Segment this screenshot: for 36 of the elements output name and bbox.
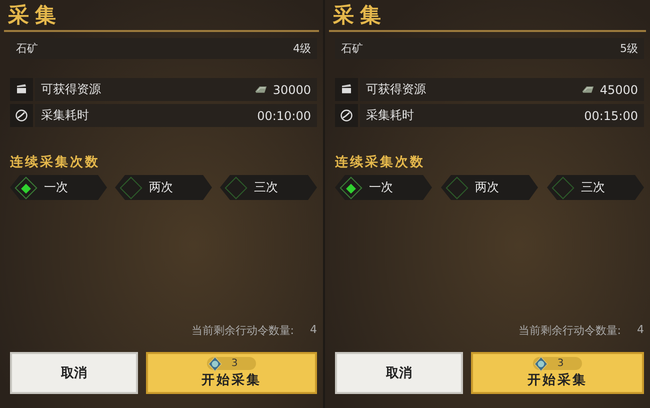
start-button[interactable]: 3 开始采集: [146, 352, 317, 394]
stat-value: 00:10:00: [257, 108, 311, 122]
count-option[interactable]: 两次: [441, 175, 538, 200]
stat-value: 30000: [272, 82, 311, 96]
target-level: 4级: [293, 41, 311, 56]
start-label: 开始采集: [202, 372, 262, 389]
token-icon: [207, 356, 224, 372]
cost-value: 3: [557, 358, 564, 369]
target-name: 石矿: [341, 41, 363, 56]
token-icon: [533, 356, 550, 372]
remaining-value: 4: [637, 323, 644, 338]
panel-title: 采集: [329, 0, 646, 32]
start-button[interactable]: 3 开始采集: [471, 352, 644, 394]
remaining-value: 4: [310, 323, 317, 338]
stat-label: 采集耗时: [366, 107, 414, 124]
remaining-label: 当前剩余行动令数量:: [518, 323, 621, 338]
start-label: 开始采集: [528, 372, 588, 389]
count-option[interactable]: 三次: [220, 175, 317, 200]
cancel-button[interactable]: 取消: [335, 352, 463, 394]
count-option[interactable]: 一次: [335, 175, 432, 200]
stat-label: 可获得资源: [41, 81, 101, 98]
cost-value: 3: [231, 358, 238, 369]
remaining-label: 当前剩余行动令数量:: [191, 323, 294, 338]
panel-title: 采集: [4, 0, 319, 32]
section-title: 连续采集次数: [10, 154, 101, 171]
stat-label: 可获得资源: [366, 81, 426, 98]
cancel-button[interactable]: 取消: [10, 352, 138, 394]
count-option[interactable]: 一次: [10, 175, 107, 200]
count-option[interactable]: 两次: [115, 175, 212, 200]
section-title: 连续采集次数: [335, 154, 426, 171]
stat-label: 采集耗时: [41, 107, 89, 124]
target-level: 5级: [620, 41, 638, 56]
count-option[interactable]: 三次: [547, 175, 644, 200]
stat-value: 45000: [600, 82, 638, 96]
stat-value: 00:15:00: [584, 108, 638, 122]
target-name: 石矿: [16, 41, 38, 56]
